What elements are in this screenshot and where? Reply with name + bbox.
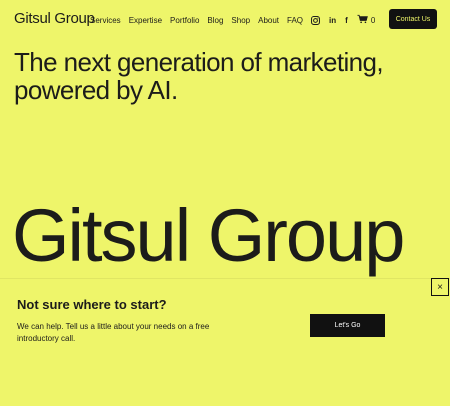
nav-portfolio[interactable]: Portfolio [170,16,199,25]
main-nav: Services Expertise Portfolio Blog Shop A… [90,14,385,26]
banner-text: We can help. Tell us a little about your… [17,322,210,343]
logo[interactable]: Gitsul Group [14,10,95,27]
nav-faq[interactable]: FAQ [287,16,303,25]
instagram-icon[interactable] [311,15,320,25]
nav-blog[interactable]: Blog [207,16,223,25]
nav-shop[interactable]: Shop [231,16,250,25]
lets-go-button[interactable]: Let's Go [310,314,385,337]
hero-headline: The next generation of marketing, powere… [14,47,384,105]
cart-icon [357,14,368,26]
cart-button[interactable]: 0 [357,14,375,26]
cart-count: 0 [370,15,376,25]
consultation-banner: Not sure where to start? We can help. Te… [0,278,450,406]
hero-big-title: Gitsul Group [12,194,405,277]
contact-us-button[interactable]: Contact Us [389,9,437,29]
linkedin-icon[interactable]: in [329,16,336,25]
nav-services[interactable]: Services [90,16,121,25]
banner-title: Not sure where to start? [17,297,167,312]
facebook-icon[interactable]: f [345,16,348,25]
close-icon[interactable]: × [431,278,449,296]
nav-about[interactable]: About [258,16,279,25]
nav-expertise[interactable]: Expertise [129,16,162,25]
